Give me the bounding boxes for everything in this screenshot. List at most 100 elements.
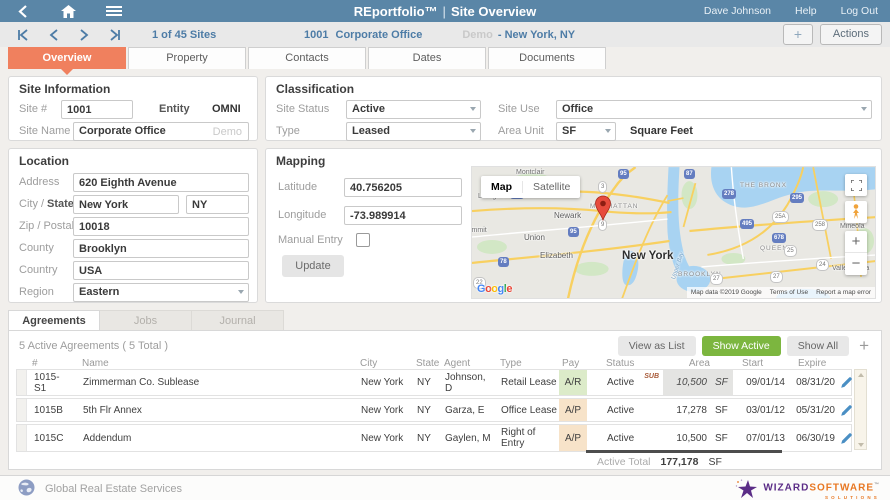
table-horizontal-scrollbar[interactable]: [586, 450, 782, 453]
manual-entry-checkbox[interactable]: [356, 233, 370, 247]
map-route-shield: 27: [710, 273, 723, 285]
actions-button[interactable]: Actions: [820, 24, 882, 45]
table-row[interactable]: 1015B 5th Flr Annex New York NY Garza, E…: [16, 398, 852, 422]
tab-property[interactable]: Property: [128, 47, 246, 69]
area-unit-select[interactable]: SF: [556, 122, 616, 141]
user-menu[interactable]: Dave Johnson: [704, 5, 771, 17]
table-row[interactable]: 1015-S1 Zimmerman Co. Sublease New York …: [16, 369, 852, 396]
home-icon[interactable]: [60, 4, 76, 18]
logout-link[interactable]: Log Out: [841, 5, 878, 17]
address-field[interactable]: [73, 173, 249, 192]
state-label: State: [47, 198, 74, 210]
google-logo[interactable]: Google: [477, 283, 512, 295]
edit-agreement-icon[interactable]: [839, 432, 853, 445]
show-all-button[interactable]: Show All: [787, 336, 849, 356]
map-route-shield: 95: [568, 227, 579, 237]
map-place-label: Summit: [471, 227, 487, 234]
chevron-down-icon: [861, 107, 867, 111]
fullscreen-icon[interactable]: [845, 174, 867, 196]
latitude-field[interactable]: [344, 178, 462, 197]
google-map[interactable]: Livingston Montclair Newark Union Summit…: [471, 166, 876, 299]
map-place-label: Newark: [554, 211, 581, 220]
site-information-title: Site Information: [19, 82, 110, 96]
site-name-field[interactable]: Corporate Office Demo: [73, 122, 249, 141]
wizard-software-logo[interactable]: WIZARDSOFTWARE™ SOLUTIONS: [734, 478, 880, 500]
site-location: - New York, NY: [498, 29, 575, 41]
help-link[interactable]: Help: [795, 5, 817, 17]
region-select[interactable]: Eastern: [73, 283, 249, 302]
site-status-label: Site Status: [276, 103, 329, 115]
type-label: Type: [276, 125, 300, 137]
map-route-shield: 95: [618, 169, 629, 179]
table-row[interactable]: 1015C Addendum New York NY Gaylen, M Rig…: [16, 424, 852, 452]
pay-badge: A/R: [559, 370, 587, 395]
state-field[interactable]: [186, 195, 249, 214]
tab-agreements[interactable]: Agreements: [8, 310, 100, 331]
site-status-select[interactable]: Active: [346, 100, 481, 119]
agreements-tab-bar: Agreements Jobs Journal: [8, 310, 284, 331]
tab-dates[interactable]: Dates: [368, 47, 486, 69]
type-select[interactable]: Leased: [346, 122, 481, 141]
map-route-shield: 24: [816, 259, 829, 271]
map-pin-icon[interactable]: [594, 195, 612, 226]
site-number-field[interactable]: [61, 100, 133, 119]
edit-agreement-icon[interactable]: [839, 376, 853, 389]
map-type-satellite-button[interactable]: Satellite: [522, 181, 580, 193]
show-active-button[interactable]: Show Active: [702, 336, 781, 356]
site-tag: Demo: [462, 29, 493, 41]
agreements-table-body: 1015-S1 Zimmerman Co. Sublease New York …: [16, 369, 852, 454]
back-icon[interactable]: [14, 4, 30, 18]
longitude-label: Longitude: [278, 209, 326, 221]
next-record-icon[interactable]: [76, 28, 92, 42]
site-information-panel: Site Information Site # Entity OMNI Site…: [8, 76, 258, 141]
page-title: Site Overview: [451, 4, 536, 19]
tab-jobs[interactable]: Jobs: [100, 310, 192, 331]
county-label: County: [19, 242, 54, 254]
map-place-label: Elizabeth: [540, 251, 573, 260]
street-view-pegman-icon[interactable]: [845, 201, 867, 223]
prev-record-icon[interactable]: [45, 28, 61, 42]
active-total-row: Active Total177,178SF: [597, 456, 722, 468]
site-name-label: Site Name: [19, 125, 70, 137]
logo-tm: ™: [874, 482, 880, 488]
menu-icon[interactable]: [106, 4, 122, 18]
tab-documents[interactable]: Documents: [488, 47, 606, 69]
zip-field[interactable]: [73, 217, 249, 236]
tab-journal[interactable]: Journal: [192, 310, 284, 331]
report-map-error-link[interactable]: Report a map error: [816, 289, 871, 296]
pay-badge: A/P: [559, 399, 587, 421]
pay-badge: A/P: [559, 425, 587, 451]
site-name: Corporate Office: [336, 29, 423, 41]
update-button[interactable]: Update: [282, 255, 344, 277]
main-tab-bar: Overview Property Contacts Dates Documen…: [8, 47, 606, 69]
map-zoom-control: + −: [845, 231, 867, 275]
longitude-field[interactable]: [344, 206, 462, 225]
zoom-in-icon[interactable]: +: [845, 231, 867, 253]
tab-contacts[interactable]: Contacts: [248, 47, 366, 69]
country-field[interactable]: [73, 261, 249, 280]
classification-title: Classification: [276, 82, 354, 96]
county-field[interactable]: [73, 239, 249, 258]
edit-agreement-icon[interactable]: [839, 404, 853, 417]
site-use-select[interactable]: Office: [556, 100, 872, 119]
zoom-out-icon[interactable]: −: [845, 253, 867, 275]
tab-overview[interactable]: Overview: [8, 47, 126, 69]
first-record-icon[interactable]: [14, 28, 30, 42]
view-as-list-button[interactable]: View as List: [618, 336, 696, 356]
map-route-shield: 25A: [772, 211, 789, 223]
add-site-button[interactable]: +: [783, 24, 813, 45]
add-agreement-button[interactable]: +: [859, 337, 869, 355]
scroll-up-icon[interactable]: [855, 370, 866, 379]
agreements-panel: 5 Active Agreements ( 5 Total ) View as …: [8, 330, 882, 470]
map-type-map-button[interactable]: Map: [481, 181, 522, 193]
last-record-icon[interactable]: [107, 28, 123, 42]
city-field[interactable]: [73, 195, 179, 214]
map-route-shield: 258: [812, 219, 828, 231]
scroll-down-icon[interactable]: [855, 440, 866, 449]
table-vertical-scrollbar[interactable]: [854, 369, 867, 450]
area-unit-label: Area Unit: [498, 125, 544, 137]
mapping-title: Mapping: [276, 154, 325, 168]
terms-of-use-link[interactable]: Terms of Use: [770, 289, 808, 296]
region-label: Region: [19, 286, 54, 298]
location-panel: Location Address City / State Zip / Post…: [8, 148, 258, 303]
